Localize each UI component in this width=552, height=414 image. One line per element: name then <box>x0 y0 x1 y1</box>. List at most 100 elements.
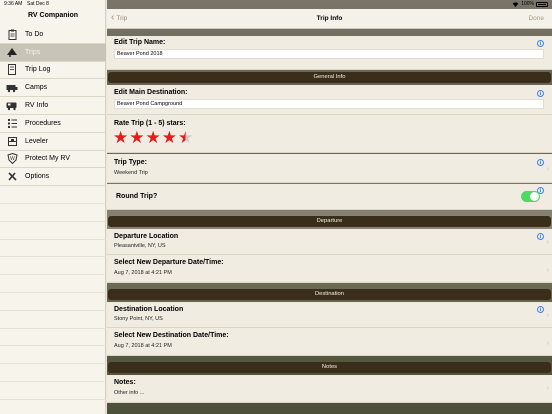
status-date: Sat Dec 8 <box>27 1 49 7</box>
tools-icon <box>6 171 18 182</box>
sidebar-item-leveler[interactable]: Leveler <box>0 133 106 151</box>
chevron-right-icon: › <box>546 312 549 319</box>
empty-row <box>0 382 106 400</box>
trip-name-label: Edit Trip Name: <box>114 39 166 46</box>
trip-name-field[interactable]: Beaver Pond 2018 <box>114 49 544 59</box>
notes-cell[interactable]: Notes: Other info ... › <box>107 375 552 403</box>
empty-row <box>0 222 106 240</box>
departure-date-value: Aug 7, 2018 at 4:21 PM <box>114 270 172 276</box>
destination-date-cell[interactable]: Select New Destination Date/Time: Aug 7,… <box>107 328 552 356</box>
empty-row <box>0 329 106 347</box>
main-destination-cell: Edit Main Destination: i Beaver Pond Cam… <box>107 85 552 115</box>
empty-row <box>0 257 106 276</box>
notes-value: Other info ... <box>114 390 145 396</box>
info-icon[interactable]: i <box>537 40 544 47</box>
destination-location-value: Stony Point, NY, US <box>114 316 163 322</box>
sidebar-item-procedures[interactable]: Procedures <box>0 115 106 133</box>
empty-row <box>0 311 106 329</box>
round-trip-label: Round Trip? <box>116 193 158 200</box>
sidebar-item-options[interactable]: Options <box>0 168 106 187</box>
sidebar-item-label: Trips <box>25 48 41 56</box>
shield-icon: W <box>6 153 18 165</box>
empty-row <box>0 186 106 204</box>
rating-label: Rate Trip (1 - 5) stars: <box>114 120 186 127</box>
sidebar-item-trips[interactable]: Trips <box>0 43 106 62</box>
navigation-bar: ‹ Trip Trip Info Done <box>107 9 552 29</box>
wifi-icon <box>512 2 519 7</box>
rv-icon <box>6 100 18 111</box>
section-header-destination: Destination <box>108 289 551 300</box>
battery-icon <box>536 2 548 7</box>
empty-row <box>0 364 106 382</box>
half-star-icon[interactable]: ★ <box>178 130 193 147</box>
departure-location-value: Pleasantville, NY, US <box>114 243 166 249</box>
clipboard-icon <box>6 29 18 40</box>
departure-location-label: Departure Location <box>114 233 179 240</box>
round-trip-cell: Round Trip? i <box>107 184 552 210</box>
svg-text:W: W <box>10 156 15 162</box>
sidebar-item-label: Leveler <box>25 137 48 145</box>
section-header-general: General Info <box>108 72 551 83</box>
chevron-right-icon: › <box>546 340 549 347</box>
empty-row <box>0 240 106 258</box>
star-icon[interactable]: ★ <box>113 130 128 147</box>
star-rating[interactable]: ★ ★ ★ ★ ★ <box>113 130 194 147</box>
info-icon[interactable]: i <box>537 233 544 240</box>
main-destination-label: Edit Main Destination: <box>114 89 188 96</box>
sidebar-item-label: Trip Log <box>25 66 51 74</box>
page-title: Trip Info <box>316 15 343 22</box>
rv-camp-icon <box>6 82 18 93</box>
sidebar-item-protect-my-rv[interactable]: W Protect My RV <box>0 151 106 169</box>
departure-date-label: Select New Departure Date/Time: <box>114 259 224 266</box>
empty-row <box>0 346 106 365</box>
status-bar: 9:36 AM Sat Dec 8 100% <box>0 0 552 9</box>
destination-date-value: Aug 7, 2018 at 4:21 PM <box>114 343 172 349</box>
chevron-right-icon: › <box>546 239 549 246</box>
departure-location-cell[interactable]: Departure Location Pleasantville, NY, US… <box>107 229 552 255</box>
section-header-departure: Departure <box>108 216 551 227</box>
empty-row <box>0 293 106 311</box>
trip-name-cell: Edit Trip Name: i Beaver Pond 2018 <box>107 36 552 70</box>
sidebar-item-label: Options <box>25 173 50 181</box>
notes-label: Notes: <box>114 379 136 386</box>
sidebar-list: To Do Trips Trip Log Camps RV Info Proce… <box>0 26 106 400</box>
trip-info-panel: ‹ Trip Trip Info Done Edit Trip Name: i … <box>107 0 552 414</box>
section-header-notes: Notes <box>108 362 551 373</box>
departure-date-cell[interactable]: Select New Departure Date/Time: Aug 7, 2… <box>107 255 552 283</box>
battery-percent: 100% <box>521 1 534 7</box>
sidebar-item-label: Camps <box>25 84 48 92</box>
info-icon[interactable]: i <box>537 159 544 166</box>
sidebar-item-label: RV Info <box>25 102 49 110</box>
sidebar-title: RV Companion <box>27 12 79 19</box>
main-destination-field[interactable]: Beaver Pond Campground <box>114 99 544 109</box>
empty-row <box>0 204 106 222</box>
destination-date-label: Select New Destination Date/Time: <box>114 332 229 339</box>
sidebar-item-todo[interactable]: To Do <box>0 26 106 44</box>
sidebar-item-label: Procedures <box>25 119 61 127</box>
star-icon[interactable]: ★ <box>162 130 177 147</box>
sidebar: RV Companion To Do Trips Trip Log Camps … <box>0 0 106 414</box>
star-icon[interactable]: ★ <box>146 130 161 147</box>
sidebar-item-camps[interactable]: Camps <box>0 79 106 98</box>
destination-location-cell[interactable]: Destination Location Stony Point, NY, US… <box>107 302 552 328</box>
trailer-icon <box>6 47 18 58</box>
trip-type-value: Weekend Trip <box>114 170 148 176</box>
chevron-right-icon: › <box>546 267 549 274</box>
info-icon[interactable]: i <box>537 306 544 313</box>
empty-row <box>0 275 106 293</box>
chevron-right-icon: › <box>546 166 549 173</box>
round-trip-toggle[interactable] <box>521 191 540 202</box>
trip-type-cell[interactable]: Trip Type: Weekend Trip i › <box>107 154 552 183</box>
chevron-right-icon: › <box>546 385 549 392</box>
sidebar-item-rv-info[interactable]: RV Info <box>0 97 106 115</box>
sidebar-item-label: Protect My RV <box>25 155 70 163</box>
info-icon[interactable]: i <box>537 90 544 97</box>
level-icon <box>6 136 18 147</box>
sidebar-item-trip-log[interactable]: Trip Log <box>0 62 106 80</box>
notebook-icon <box>6 64 18 76</box>
status-time: 9:36 AM <box>4 1 23 7</box>
done-button[interactable]: Done <box>528 15 544 22</box>
checklist-icon <box>6 118 18 129</box>
destination-location-label: Destination Location <box>114 306 184 313</box>
star-icon[interactable]: ★ <box>129 130 144 147</box>
